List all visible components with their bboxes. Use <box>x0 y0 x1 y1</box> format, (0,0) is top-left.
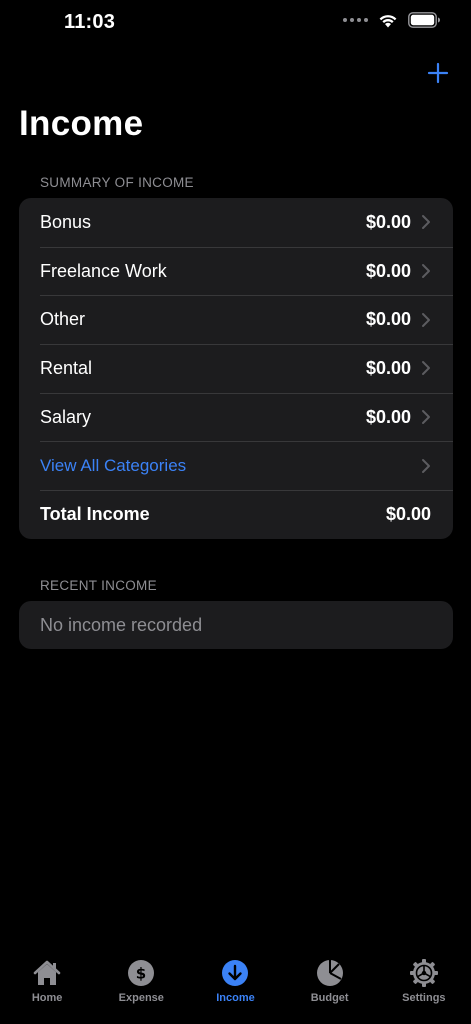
tab-label: Settings <box>402 992 446 1004</box>
tab-label: Home <box>31 992 63 1004</box>
chevron-right-icon <box>422 215 430 230</box>
recent-section-header: RECENT INCOME <box>40 578 157 593</box>
tab-settings[interactable]: Settings <box>377 948 471 1024</box>
chevron-right-icon <box>422 312 430 327</box>
category-label: Salary <box>40 406 92 427</box>
svg-text:$: $ <box>136 965 146 983</box>
plus-icon <box>427 62 449 84</box>
category-amount: $0.00 <box>365 211 411 232</box>
tab-income[interactable]: Income <box>188 948 282 1024</box>
category-label: Freelance Work <box>40 260 167 281</box>
tab-bar: Home $ Expense Income Budget Settings <box>0 948 471 1024</box>
pie-chart-icon <box>316 960 343 986</box>
chevron-right-icon <box>422 264 430 279</box>
battery-icon <box>408 12 440 28</box>
wifi-icon <box>379 14 397 27</box>
gear-icon <box>409 959 438 987</box>
total-income-amount: $0.00 <box>385 504 431 525</box>
category-row-rental[interactable]: Rental $0.00 <box>19 344 453 393</box>
tab-label: Budget <box>310 992 349 1004</box>
recent-income-card: No income recorded <box>19 601 453 649</box>
tab-label: Income <box>216 992 255 1004</box>
summary-card: Bonus $0.00 Freelance Work $0.00 Other $… <box>19 198 453 539</box>
add-income-button[interactable] <box>425 60 451 86</box>
category-amount: $0.00 <box>365 309 411 330</box>
total-income-row: Total Income $0.00 <box>19 490 453 539</box>
status-time: 11:03 <box>64 11 116 33</box>
category-amount: $0.00 <box>365 260 411 281</box>
chevron-right-icon <box>422 410 430 425</box>
dollar-circle-icon: $ <box>128 960 155 986</box>
category-row-other[interactable]: Other $0.00 <box>19 295 453 344</box>
category-row-salary[interactable]: Salary $0.00 <box>19 392 453 442</box>
empty-state-text: No income recorded <box>40 615 203 635</box>
category-amount: $0.00 <box>365 357 411 378</box>
tab-home[interactable]: Home <box>0 948 94 1024</box>
category-label: Other <box>40 309 86 330</box>
arrow-down-circle-icon <box>222 960 249 986</box>
chevron-right-icon <box>422 458 430 473</box>
category-amount: $0.00 <box>365 406 411 427</box>
view-all-label: View All Categories <box>40 455 187 475</box>
summary-section-header: SUMMARY OF INCOME <box>40 175 194 190</box>
tab-budget[interactable]: Budget <box>283 948 377 1024</box>
chevron-right-icon <box>422 361 430 376</box>
view-all-categories-link[interactable]: View All Categories <box>19 441 453 490</box>
tab-expense[interactable]: $ Expense <box>94 948 188 1024</box>
total-income-label: Total Income <box>40 504 150 525</box>
category-label: Bonus <box>40 211 92 232</box>
page-title: Income <box>19 104 144 143</box>
category-row-freelance-work[interactable]: Freelance Work $0.00 <box>19 246 453 296</box>
cellular-signal-icon <box>343 18 368 22</box>
status-icons <box>343 12 441 28</box>
category-label: Rental <box>40 357 93 378</box>
status-bar: 11:03 <box>0 0 471 48</box>
house-icon <box>33 960 61 985</box>
tab-label: Expense <box>118 992 164 1004</box>
category-row-bonus[interactable]: Bonus $0.00 <box>19 198 453 247</box>
